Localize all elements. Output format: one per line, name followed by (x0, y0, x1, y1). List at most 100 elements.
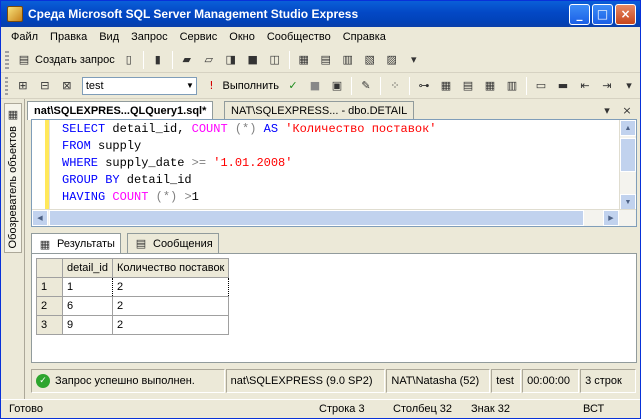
editor-vertical-scrollbar[interactable]: ▲ ▼ (619, 120, 636, 210)
sql-keyword: FROM (62, 139, 91, 153)
status-char: Знак 32 (471, 403, 510, 415)
cell-detail-id[interactable]: 9 (62, 315, 113, 335)
menu-community[interactable]: Сообщество (261, 31, 337, 43)
menu-query[interactable]: Запрос (125, 31, 173, 43)
tab-dbo-detail[interactable]: NAT\SQLEXPRESS... - dbo.DETAIL (224, 101, 415, 119)
cell-detail-id[interactable]: 1 (62, 277, 113, 297)
minimize-button[interactable]: _ (569, 3, 590, 25)
tab-list-icon[interactable]: ▾ (599, 102, 615, 118)
query-editor[interactable]: SELECT detail_id, COUNT (*) AS 'Количест… (31, 119, 637, 227)
cell-supply-count[interactable]: 2 (111, 315, 230, 335)
object-explorer-icon[interactable]: ▤ (318, 52, 334, 68)
cell-supply-count[interactable]: 2 (111, 277, 230, 297)
results-grid[interactable]: detail_id Количество поставок 1 1 2 2 6 … (36, 258, 230, 335)
status-elapsed: 00:00:00 (522, 369, 580, 393)
registered-servers-icon[interactable]: ▦ (296, 52, 312, 68)
toolbar-separator (288, 50, 290, 69)
query-text[interactable]: SELECT detail_id, COUNT (*) AS 'Количест… (62, 121, 437, 206)
solution-explorer-icon[interactable]: ▧ (362, 52, 378, 68)
new-file-icon[interactable]: ▯ (121, 52, 137, 68)
cell-detail-id[interactable]: 6 (62, 296, 113, 316)
results-to-grid-icon[interactable]: ▦ (482, 78, 498, 94)
scroll-right-icon[interactable]: ▶ (603, 210, 619, 226)
client-stats-icon[interactable]: ▦ (438, 78, 454, 94)
sql-text: detail_id (119, 173, 192, 187)
sql-string: 'Количество поставок' (285, 122, 437, 136)
uncomment-icon[interactable]: ▬ (555, 78, 571, 94)
row-header[interactable]: 1 (36, 277, 63, 297)
save-icon[interactable]: ■ (245, 52, 261, 68)
editor-gutter (32, 120, 50, 210)
toolbar-grip[interactable] (5, 76, 8, 95)
table-row[interactable]: 3 9 2 (36, 315, 230, 335)
open-file-icon[interactable]: ▱ (201, 52, 217, 68)
toolbar-options-icon[interactable]: ▾ (621, 78, 637, 94)
object-explorer-tab[interactable]: ▦ Обозреватель объектов (4, 103, 22, 253)
intellisense-icon[interactable]: ⁘ (387, 78, 403, 94)
code-line[interactable]: WHERE supply_date >= '1.01.2008' (62, 155, 437, 172)
tab-messages[interactable]: ▤ Сообщения (127, 233, 219, 253)
menu-edit[interactable]: Правка (44, 31, 93, 43)
toolbar-grip[interactable] (5, 50, 9, 69)
menu-file[interactable]: Файл (5, 31, 44, 43)
messages-icon: ▤ (135, 237, 147, 250)
display-plan-icon[interactable]: ▣ (329, 78, 345, 94)
connect-icon[interactable]: ⊞ (15, 78, 31, 94)
template-explorer-icon[interactable]: ▥ (340, 52, 356, 68)
scroll-left-icon[interactable]: ◀ (32, 210, 48, 226)
include-plan-icon[interactable]: ⊶ (416, 78, 432, 94)
database-select[interactable]: test ▼ (81, 76, 197, 95)
results-to-file-icon[interactable]: ▥ (504, 78, 520, 94)
code-line[interactable]: GROUP BY detail_id (62, 172, 437, 189)
properties-icon[interactable]: ▨ (384, 52, 400, 68)
close-document-icon[interactable]: × (619, 102, 635, 118)
menu-help[interactable]: Справка (337, 31, 392, 43)
parse-icon[interactable]: ✓ (285, 78, 301, 94)
scroll-down-icon[interactable]: ▼ (620, 194, 636, 210)
tab-query1[interactable]: nat\SQLEXPRES...QLQuery1.sql* (27, 101, 214, 120)
menu-window[interactable]: Окно (223, 31, 261, 43)
change-connection-icon[interactable]: ⊟ (37, 78, 53, 94)
outdent-icon[interactable]: ⇤ (577, 78, 593, 94)
tab-results[interactable]: ▦ Результаты (31, 233, 121, 254)
sql-keyword: GROUP BY (62, 173, 120, 187)
new-project-icon[interactable]: ▮ (150, 52, 166, 68)
object-explorer-label: Обозреватель объектов (7, 126, 19, 249)
toolbar-separator (409, 76, 410, 95)
open-folder-icon[interactable]: ◨ (223, 52, 239, 68)
code-line[interactable]: SELECT detail_id, COUNT (*) AS 'Количест… (62, 121, 437, 138)
row-header[interactable]: 3 (36, 315, 63, 335)
results-to-text-icon[interactable]: ▤ (460, 78, 476, 94)
execute-button[interactable]: ! Выполнить (201, 78, 282, 94)
close-button[interactable]: × (615, 3, 636, 25)
indent-icon[interactable]: ⇥ (599, 78, 615, 94)
status-column: Столбец 32 (393, 403, 453, 415)
code-line[interactable]: HAVING COUNT (*) >1 (62, 189, 437, 206)
query-designer-icon[interactable]: ✎ (358, 78, 374, 94)
toolbar-options-icon[interactable]: ▾ (406, 52, 422, 68)
disconnect-icon[interactable]: ⊠ (59, 78, 75, 94)
scroll-thumb[interactable] (620, 138, 636, 172)
standard-toolbar: ▤ Создать запрос ▯ ▮ ▰ ▱ ◨ ■ ◫ ▦ ▤ ▥ ▧ ▨… (1, 47, 640, 73)
scroll-thumb[interactable] (49, 210, 584, 226)
toolbar-separator (526, 76, 527, 95)
save-all-icon[interactable]: ◫ (267, 52, 283, 68)
maximize-button[interactable]: □ (592, 3, 613, 25)
menu-tools[interactable]: Сервис (174, 31, 224, 43)
grid-corner[interactable] (36, 258, 63, 278)
column-header-supply-count[interactable]: Количество поставок (111, 258, 230, 278)
table-row[interactable]: 2 6 2 (36, 296, 230, 316)
table-row[interactable]: 1 1 2 (36, 277, 230, 297)
row-header[interactable]: 2 (36, 296, 63, 316)
open-project-icon[interactable]: ▰ (179, 52, 195, 68)
new-query-button[interactable]: ▤ Создать запрос (13, 52, 118, 68)
comment-icon[interactable]: ▭ (533, 78, 549, 94)
cell-supply-count[interactable]: 2 (111, 296, 230, 316)
scroll-up-icon[interactable]: ▲ (620, 120, 636, 136)
column-header-detail-id[interactable]: detail_id (62, 258, 113, 278)
code-line[interactable]: FROM supply (62, 138, 437, 155)
editor-horizontal-scrollbar[interactable]: ◀ ▶ (32, 209, 636, 226)
menu-view[interactable]: Вид (93, 31, 125, 43)
status-user: NAT\Natasha (52) (386, 369, 491, 393)
cancel-icon[interactable]: ■ (307, 78, 323, 94)
